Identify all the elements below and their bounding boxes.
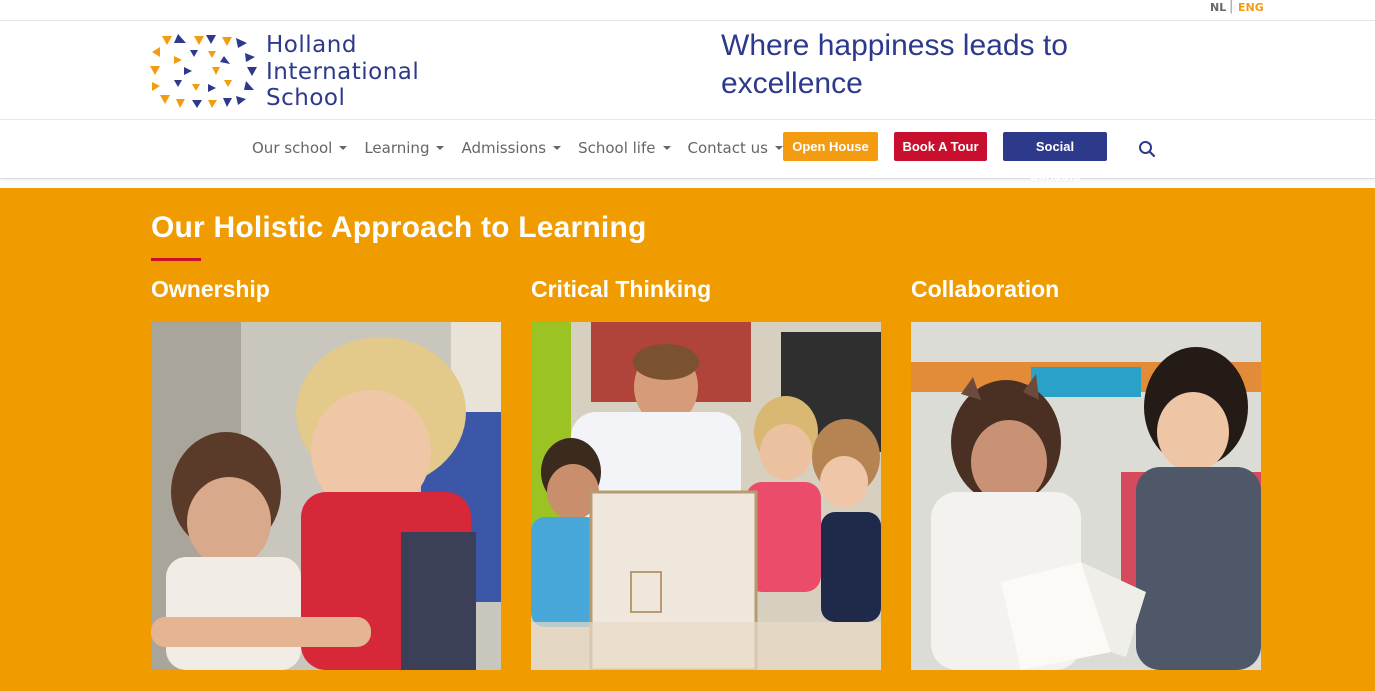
nav-item-contact-us[interactable]: Contact us — [688, 139, 783, 157]
logo-line-1: Holland — [266, 32, 357, 58]
nav-item-label: Contact us — [687, 139, 768, 157]
nav-item-learning[interactable]: Learning — [364, 139, 445, 157]
logo-wordmark[interactable]: Holland International School — [266, 32, 419, 112]
nav-item-our-school[interactable]: Our school — [252, 139, 348, 157]
nav-menu: Our school Learning Admissions School li… — [252, 139, 800, 157]
column-title-ownership: Ownership — [151, 276, 270, 302]
open-house-button[interactable]: Open House — [783, 132, 878, 161]
site-header: Holland International School Where happi… — [0, 21, 1375, 120]
caret-down-icon — [774, 146, 783, 150]
critical-thinking-photo[interactable] — [531, 322, 881, 670]
language-bar: NL | ENG — [0, 0, 1375, 21]
nav-item-label: Admissions — [461, 139, 547, 157]
column-title-critical-thinking: Critical Thinking — [531, 276, 712, 302]
logo-line-3: School — [266, 85, 346, 111]
caret-down-icon — [339, 146, 348, 150]
social-schools-button[interactable]: Social Schools — [1003, 132, 1107, 183]
holistic-approach-section: Our Holistic Approach to Learning Owners… — [0, 188, 1375, 691]
logo-mark-icon[interactable] — [150, 34, 258, 109]
caret-down-icon — [553, 146, 562, 150]
lang-eng-link[interactable]: ENG — [1238, 1, 1264, 14]
spacer — [0, 179, 1375, 188]
logo-line-2: International — [266, 58, 420, 85]
nav-item-admissions[interactable]: Admissions — [461, 139, 562, 157]
section-title: Our Holistic Approach to Learning — [151, 211, 647, 244]
tagline-line-2: excellence — [721, 67, 863, 100]
section-title-underline — [151, 258, 201, 261]
collaboration-photo[interactable] — [911, 322, 1261, 670]
search-icon[interactable] — [1138, 140, 1156, 158]
book-a-tour-button[interactable]: Book A Tour — [894, 132, 987, 161]
nav-item-label: School life — [578, 139, 656, 157]
lang-separator: | — [1229, 0, 1234, 14]
nav-item-label: Our school — [252, 139, 333, 157]
nav-item-label: Learning — [364, 139, 430, 157]
tagline: Where happiness leads to excellence — [721, 27, 1068, 103]
column-title-collaboration: Collaboration — [911, 276, 1060, 302]
nav-item-school-life[interactable]: School life — [578, 139, 671, 157]
main-nav: Our school Learning Admissions School li… — [0, 120, 1375, 183]
caret-down-icon — [436, 146, 445, 150]
tagline-line-1: Where happiness leads to — [721, 29, 1068, 62]
caret-down-icon — [662, 146, 671, 150]
ownership-photo[interactable] — [151, 322, 501, 670]
lang-nl-link[interactable]: NL — [1210, 1, 1226, 14]
